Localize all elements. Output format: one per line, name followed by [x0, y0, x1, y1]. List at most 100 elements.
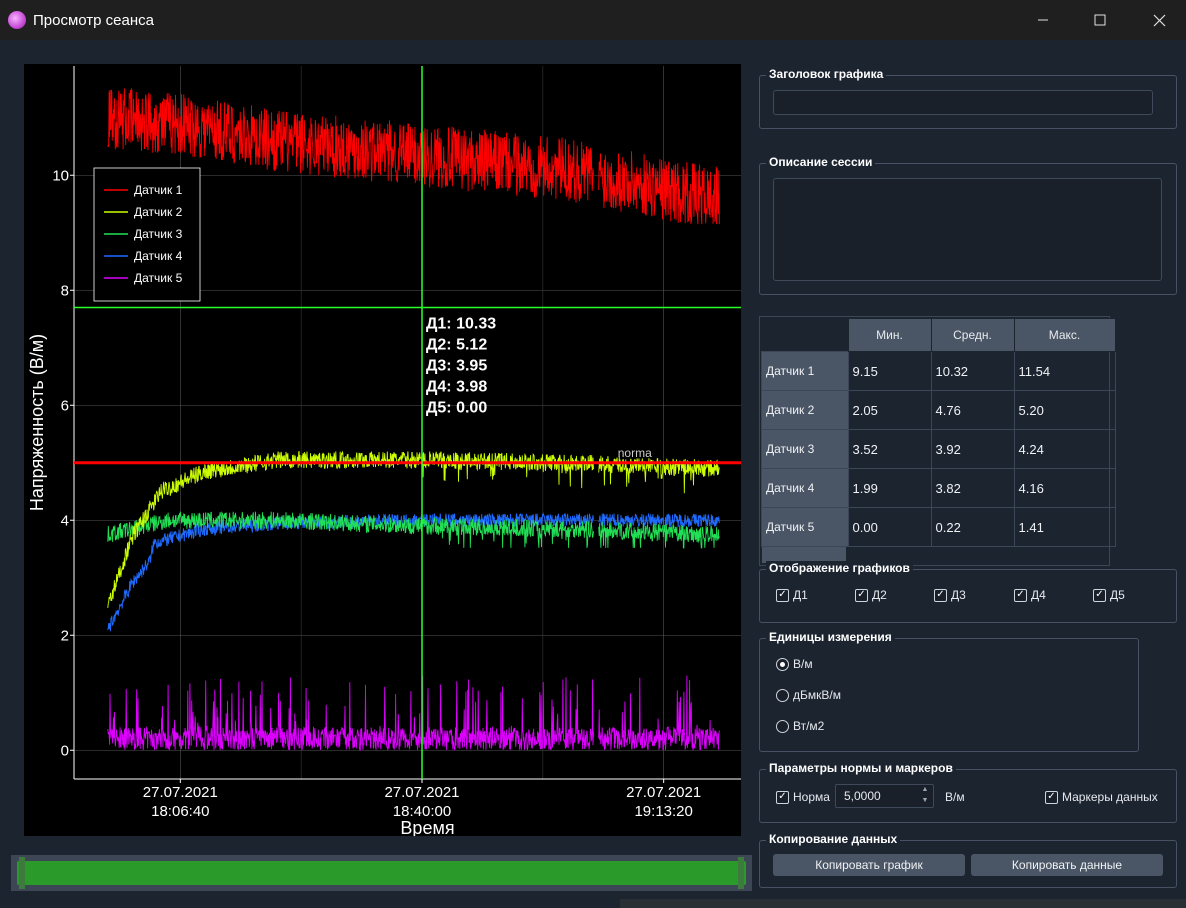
- session-description-group-label: Описание сессии: [766, 155, 876, 169]
- cell-max[interactable]: 4.16: [1013, 468, 1116, 508]
- close-button[interactable]: [1136, 0, 1182, 40]
- chart-title-input[interactable]: [773, 90, 1153, 115]
- cell-min[interactable]: 9.15: [847, 351, 932, 391]
- row-header[interactable]: Датчик 1: [761, 351, 849, 391]
- row-header[interactable]: Датчик 5: [761, 507, 849, 547]
- radio-label: Вт/м2: [793, 719, 825, 733]
- show-d5-checkbox[interactable]: ✓ Д5: [1093, 588, 1125, 602]
- y-tick-label: 8: [61, 282, 69, 299]
- radio-label: дБмкВ/м: [793, 688, 841, 702]
- cursor-readout-line: Д3: 3.95: [426, 358, 487, 375]
- table-corner-cell: [762, 319, 849, 352]
- x-tick-label-time: 18:06:40: [151, 803, 209, 820]
- checkbox-check-icon: ✓: [776, 588, 789, 602]
- cell-min[interactable]: 1.99: [847, 468, 932, 508]
- legend-label: Датчик 5: [134, 271, 183, 285]
- x-tick-label-time: 19:13:20: [634, 803, 692, 820]
- checkbox-label: Д4: [1031, 588, 1046, 602]
- copy-chart-button[interactable]: Копировать график: [773, 854, 965, 876]
- window-title: Просмотр сеанса: [33, 12, 154, 29]
- table-row[interactable]: Датчик 2 2.05 4.76 5.20: [761, 390, 1116, 430]
- y-axis-label: Напряженность (В/м): [27, 334, 47, 511]
- spin-up-icon[interactable]: ▲: [918, 785, 932, 795]
- chart-title-group-label: Заголовок графика: [766, 67, 887, 81]
- cell-mean[interactable]: 3.82: [930, 468, 1015, 508]
- minimize-button[interactable]: [1020, 0, 1066, 40]
- x-tick-label-date: 27.07.2021: [626, 784, 701, 801]
- cursor-readout-line: Д4: 3.98: [426, 379, 487, 396]
- column-header-min[interactable]: Мин.: [847, 318, 932, 352]
- x-axis-label: Время: [400, 818, 454, 836]
- cell-mean[interactable]: 4.76: [930, 390, 1015, 430]
- checkbox-label: Д5: [1110, 588, 1125, 602]
- title-bar: Просмотр сеанса: [0, 0, 1186, 40]
- norm-checkbox[interactable]: ✓ Норма: [776, 790, 830, 804]
- y-tick-label: 0: [61, 742, 69, 759]
- data-markers-label: Маркеры данных: [1062, 790, 1158, 804]
- cursor-readout-line: Д5: 0.00: [426, 400, 487, 417]
- show-d4-checkbox[interactable]: ✓ Д4: [1014, 588, 1046, 602]
- table-row[interactable]: Датчик 5 0.00 0.22 1.41: [761, 507, 1116, 547]
- close-icon: [1153, 14, 1165, 26]
- table-row[interactable]: Датчик 3 3.52 3.92 4.24: [761, 429, 1116, 469]
- radio-selected-icon: [776, 657, 789, 671]
- cell-max[interactable]: 11.54: [1013, 351, 1116, 391]
- y-tick-label: 6: [61, 397, 69, 414]
- column-header-mean[interactable]: Средн.: [930, 318, 1015, 352]
- table-header-row: Мин. Средн. Макс.: [762, 318, 1116, 352]
- radio-label: В/м: [793, 657, 813, 671]
- cell-mean[interactable]: 3.92: [930, 429, 1015, 469]
- column-header-max[interactable]: Макс.: [1013, 318, 1116, 352]
- row-header[interactable]: Датчик 3: [761, 429, 849, 469]
- legend-label: Датчик 4: [134, 249, 183, 263]
- show-d3-checkbox[interactable]: ✓ Д3: [934, 588, 966, 602]
- cell-mean[interactable]: 10.32: [930, 351, 1015, 391]
- norm-params-group-label: Параметры нормы и маркеров: [766, 761, 956, 775]
- maximize-button[interactable]: [1077, 0, 1123, 40]
- time-range-scrollbar[interactable]: [11, 855, 752, 891]
- unit-radio-dbmkv[interactable]: дБмкВ/м: [776, 688, 841, 702]
- maximize-icon: [1094, 14, 1106, 26]
- line-chart[interactable]: 024681027.07.202118:06:4027.07.202118:40…: [24, 64, 741, 836]
- units-group-label: Единицы измерения: [766, 630, 895, 644]
- cell-min[interactable]: 2.05: [847, 390, 932, 430]
- spin-down-icon[interactable]: ▼: [918, 796, 932, 806]
- cell-min[interactable]: 3.52: [847, 429, 932, 469]
- cell-max[interactable]: 5.20: [1013, 390, 1116, 430]
- cell-min[interactable]: 0.00: [847, 507, 932, 547]
- session-description-input[interactable]: [773, 178, 1162, 281]
- norm-value[interactable]: 5,0000: [844, 789, 881, 803]
- show-d1-checkbox[interactable]: ✓ Д1: [776, 588, 808, 602]
- row-header[interactable]: Датчик 2: [761, 390, 849, 430]
- range-left-grip[interactable]: [19, 857, 25, 889]
- checkbox-check-icon: ✓: [855, 588, 868, 602]
- app-icon: [8, 11, 26, 29]
- range-right-grip[interactable]: [738, 857, 744, 889]
- copy-data-button[interactable]: Копировать данные: [971, 854, 1163, 876]
- table-row[interactable]: Датчик 1 9.15 10.32 11.54: [761, 351, 1116, 391]
- x-tick-label-date: 27.07.2021: [384, 784, 459, 801]
- show-d2-checkbox[interactable]: ✓ Д2: [855, 588, 887, 602]
- cell-mean[interactable]: 0.22: [930, 507, 1015, 547]
- checkbox-label: Д3: [951, 588, 966, 602]
- y-tick-label: 4: [61, 512, 69, 529]
- checkbox-check-icon: ✓: [1014, 588, 1027, 602]
- data-markers-checkbox[interactable]: ✓ Маркеры данных: [1045, 790, 1158, 804]
- unit-radio-vm[interactable]: В/м: [776, 657, 813, 671]
- time-range-handle[interactable]: [17, 861, 746, 885]
- x-tick-label-date: 27.07.2021: [143, 784, 218, 801]
- table-row[interactable]: Датчик 4 1.99 3.82 4.16: [761, 468, 1116, 508]
- unit-radio-wm2[interactable]: Вт/м2: [776, 719, 824, 733]
- checkbox-label: Д2: [872, 588, 887, 602]
- chart-area[interactable]: 0 2 4 6 8 10 27.07.2021 18:06:40 27.07.2021 18:40…: [24, 64, 741, 836]
- taskbar-strip: [620, 899, 1186, 908]
- y-tick-label: 10: [52, 167, 69, 184]
- cell-max[interactable]: 4.24: [1013, 429, 1116, 469]
- copy-data-group-label: Копирование данных: [766, 832, 901, 846]
- legend-label: Датчик 1: [134, 183, 183, 197]
- row-header[interactable]: Датчик 4: [761, 468, 849, 508]
- cell-max[interactable]: 1.41: [1013, 507, 1116, 547]
- stats-table: Мин. Средн. Макс. Датчик 1 9.15 10.32 11.54…: [761, 318, 1116, 547]
- norm-value-spinbox[interactable]: 5,0000 ▲ ▼: [835, 784, 934, 808]
- norm-unit-label: В/м: [945, 790, 965, 804]
